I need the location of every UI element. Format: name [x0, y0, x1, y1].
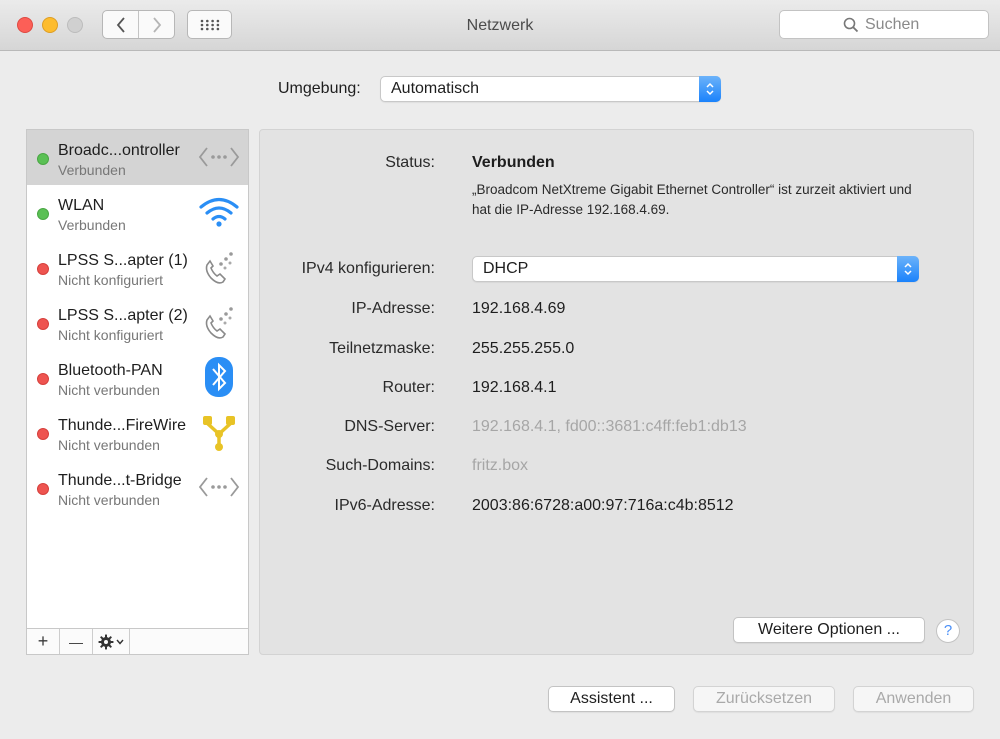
service-status: Nicht verbunden — [58, 437, 160, 453]
service-detail-panel: Status: Verbunden „Broadcom NetXtreme Gi… — [259, 129, 974, 655]
help-button[interactable]: ? — [936, 619, 960, 643]
status-dot — [37, 263, 49, 275]
title-bar: Netzwerk — [0, 0, 1000, 51]
advanced-options-button[interactable]: Weitere Optionen ... — [733, 617, 925, 643]
action-menu-button[interactable] — [93, 629, 130, 654]
network-preferences-window: Netzwerk Umgebung: Automatisch Broadc...… — [0, 0, 1000, 739]
chevron-down-icon — [116, 639, 124, 645]
service-status: Nicht konfiguriert — [58, 327, 164, 343]
service-item[interactable]: LPSS S...apter (1) Nicht konfiguriert — [27, 240, 248, 295]
service-status: Nicht verbunden — [58, 382, 160, 398]
revert-button[interactable]: Zurücksetzen — [693, 686, 835, 712]
service-name: Thunde...FireWire — [58, 417, 187, 434]
router-value: 192.168.4.1 — [472, 379, 557, 396]
search-input[interactable] — [865, 15, 925, 34]
ethernet-icon — [197, 137, 241, 177]
service-name: LPSS S...apter (1) — [58, 252, 188, 269]
ipv4-config-popup[interactable]: DHCP — [472, 256, 919, 282]
ethernet-icon — [197, 467, 241, 507]
subnet-mask-value: 255.255.255.0 — [472, 340, 575, 357]
apply-button[interactable]: Anwenden — [853, 686, 974, 712]
location-popup[interactable]: Automatisch — [380, 76, 721, 102]
service-item[interactable]: Broadc...ontroller Verbunden — [27, 130, 248, 185]
service-name: Bluetooth-PAN — [58, 362, 163, 379]
search-icon — [843, 17, 859, 32]
service-list: Broadc...ontroller Verbunden WLAN Verbun… — [26, 129, 249, 655]
service-list-toolbar: + — — [27, 628, 248, 654]
status-dot — [37, 153, 49, 165]
service-item[interactable]: WLAN Verbunden — [27, 185, 248, 240]
router-label: Router: — [382, 379, 435, 396]
ipv6-address-label: IPv6-Adresse: — [334, 497, 435, 514]
firewire-icon — [197, 412, 241, 452]
phone-icon — [197, 247, 241, 287]
location-label: Umgebung: — [278, 80, 361, 97]
service-status: Verbunden — [58, 217, 126, 233]
search-domains-value: fritz.box — [472, 457, 529, 474]
service-status: Nicht konfiguriert — [58, 272, 164, 288]
service-item[interactable]: LPSS S...apter (2) Nicht konfiguriert — [27, 295, 248, 350]
ipv4-config-value: DHCP — [483, 260, 529, 277]
add-service-button[interactable]: + — [27, 629, 60, 654]
minus-icon: — — [69, 633, 83, 650]
remove-service-button[interactable]: — — [60, 629, 93, 654]
status-label: Status: — [385, 154, 435, 171]
phone-icon — [197, 302, 241, 342]
status-value: Verbunden — [472, 154, 555, 171]
status-dot — [37, 483, 49, 495]
status-dot — [37, 318, 49, 330]
popup-arrows-icon — [897, 256, 919, 282]
dns-server-value: 192.168.4.1, fd00::3681:c4ff:feb1:db13 — [472, 418, 747, 435]
service-item[interactable]: Thunde...FireWire Nicht verbunden — [27, 405, 248, 460]
service-name: LPSS S...apter (2) — [58, 307, 188, 324]
dns-server-label: DNS-Server: — [344, 418, 435, 435]
service-status: Nicht verbunden — [58, 492, 160, 508]
assistant-button[interactable]: Assistent ... — [548, 686, 675, 712]
service-status: Verbunden — [58, 162, 126, 178]
gear-icon — [98, 634, 114, 649]
service-name: Thunde...t-Bridge — [58, 472, 182, 489]
ip-address-label: IP-Adresse: — [351, 300, 435, 317]
search-field[interactable] — [779, 10, 989, 39]
wifi-icon — [197, 192, 241, 232]
status-description: „Broadcom NetXtreme Gigabit Ethernet Con… — [472, 182, 912, 217]
plus-icon: + — [37, 631, 49, 651]
service-item[interactable]: Thunde...t-Bridge Nicht verbunden — [27, 460, 248, 515]
status-dot — [37, 373, 49, 385]
service-name: Broadc...ontroller — [58, 142, 180, 159]
search-domains-label: Such-Domains: — [325, 457, 435, 474]
bluetooth-icon — [197, 357, 241, 397]
location-value: Automatisch — [391, 80, 480, 97]
ip-address-value: 192.168.4.69 — [472, 300, 566, 317]
ipv4-config-label: IPv4 konfigurieren: — [301, 260, 435, 277]
service-item[interactable]: Bluetooth-PAN Nicht verbunden — [27, 350, 248, 405]
subnet-mask-label: Teilnetzmaske: — [329, 340, 435, 357]
popup-arrows-icon — [699, 76, 721, 102]
status-dot — [37, 428, 49, 440]
service-name: WLAN — [58, 197, 105, 214]
ipv6-address-value: 2003:86:6728:a00:97:716a:c4b:8512 — [472, 497, 734, 514]
status-dot — [37, 208, 49, 220]
